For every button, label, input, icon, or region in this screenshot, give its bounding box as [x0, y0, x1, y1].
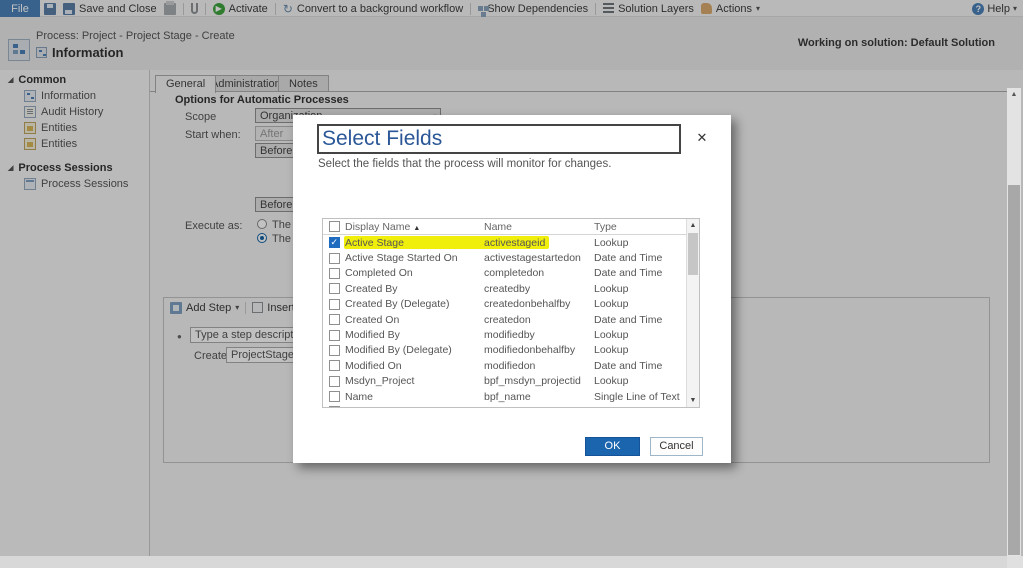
- table-row[interactable]: [323, 404, 686, 407]
- table-row[interactable]: Created On createdon Date and Time: [323, 312, 686, 327]
- field-checkbox[interactable]: [328, 360, 340, 372]
- cell-type: Lookup: [594, 375, 629, 388]
- table-row[interactable]: Modified On modifiedon Date and Time: [323, 358, 686, 373]
- cell-name: modifiedby: [484, 329, 535, 342]
- field-checkbox[interactable]: [328, 329, 340, 341]
- cell-type: Date and Time: [594, 267, 663, 280]
- cell-display-name: Created On: [345, 313, 400, 326]
- cell-display-name: Msdyn_Project: [345, 375, 415, 388]
- field-checkbox[interactable]: [328, 298, 340, 310]
- cell-type: Date and Time: [594, 359, 663, 372]
- cell-type: Date and Time: [594, 252, 663, 265]
- field-rows: Active Stage activestageid Lookup Active…: [323, 235, 686, 407]
- field-checkbox[interactable]: [328, 406, 340, 407]
- table-scrollbar[interactable]: ▲ ▼: [686, 219, 699, 407]
- dialog-description: Select the fields that the process will …: [318, 158, 612, 170]
- cell-name: createdby: [484, 282, 531, 295]
- scroll-up-icon[interactable]: ▲: [1007, 88, 1021, 101]
- close-icon[interactable]: ✕: [694, 130, 710, 146]
- sort-asc-icon: ▲: [413, 224, 421, 232]
- cell-name: createdon: [484, 313, 531, 326]
- cell-name: activestagestartedon: [484, 252, 581, 265]
- field-checkbox[interactable]: [328, 283, 340, 295]
- cell-name: bpf_name: [484, 390, 531, 403]
- field-checkbox[interactable]: [328, 314, 340, 326]
- crm-process-window: File Save and Close ▶ Activate ↻ Convert t…: [0, 0, 1023, 568]
- fields-table: Display Name▲ Name Type Active Stage act…: [322, 218, 700, 408]
- column-label: Display Name: [345, 220, 411, 233]
- cell-name: modifiedon: [484, 359, 536, 372]
- table-row[interactable]: Modified By (Delegate) modifiedonbehalfb…: [323, 343, 686, 358]
- cell-display-name: Modified By: [345, 329, 400, 342]
- main-vertical-scrollbar[interactable]: ▲: [1007, 88, 1021, 556]
- table-row[interactable]: Name bpf_name Single Line of Text: [323, 389, 686, 404]
- table-row[interactable]: Completed On completedon Date and Time: [323, 266, 686, 281]
- scrollbar-thumb[interactable]: [688, 233, 698, 275]
- table-row[interactable]: Modified By modifiedby Lookup: [323, 327, 686, 342]
- cell-type: Lookup: [594, 282, 629, 295]
- column-header-type[interactable]: Type: [594, 221, 699, 233]
- table-row[interactable]: Created By (Delegate) createdonbehalfby …: [323, 297, 686, 312]
- select-all-checkbox[interactable]: [328, 221, 340, 232]
- cell-type: Single Line of Text: [594, 390, 680, 403]
- cell-type: Lookup: [594, 329, 629, 342]
- cell-display-name: Completed On: [345, 267, 413, 280]
- table-row[interactable]: Msdyn_Project bpf_msdyn_projectid Lookup: [323, 374, 686, 389]
- cell-display-name: Modified On: [345, 359, 402, 372]
- table-row[interactable]: Created By createdby Lookup: [323, 281, 686, 296]
- cell-name: modifiedonbehalfby: [484, 344, 576, 357]
- cell-name: completedon: [484, 267, 545, 280]
- column-label: Name: [484, 220, 513, 233]
- field-checkbox[interactable]: [328, 237, 340, 249]
- table-row[interactable]: Active Stage Started On activestagestart…: [323, 250, 686, 265]
- field-checkbox[interactable]: [328, 391, 340, 403]
- table-row[interactable]: Active Stage activestageid Lookup: [323, 235, 686, 250]
- scroll-up-icon[interactable]: ▲: [687, 219, 699, 232]
- dialog-title: Select Fields: [317, 124, 681, 154]
- cell-display-name: Active Stage Started On: [345, 252, 458, 265]
- cell-type: Date and Time: [594, 313, 663, 326]
- field-checkbox[interactable]: [328, 344, 340, 356]
- field-checkbox[interactable]: [328, 252, 340, 264]
- cell-type: Lookup: [594, 298, 629, 311]
- cancel-button[interactable]: Cancel: [650, 437, 703, 456]
- cell-name: bpf_msdyn_projectid: [484, 375, 581, 388]
- cell-name: createdonbehalfby: [484, 298, 571, 311]
- column-label: Type: [594, 220, 617, 233]
- column-header-name[interactable]: Name: [484, 221, 594, 233]
- cell-type: Lookup: [594, 344, 629, 357]
- cell-type: Lookup: [594, 236, 629, 249]
- cell-name: activestageid: [484, 236, 546, 249]
- cell-display-name: Name: [345, 390, 374, 403]
- scrollbar-corner: [1007, 556, 1023, 568]
- scrollbar-thumb[interactable]: [1008, 185, 1020, 555]
- select-fields-dialog: Select Fields ✕ Select the fields that t…: [293, 115, 731, 463]
- main-horizontal-scrollbar[interactable]: [0, 556, 1007, 568]
- table-header: Display Name ▲ Name Type: [323, 219, 699, 235]
- cell-display-name: Active Stage: [345, 236, 404, 249]
- scroll-down-icon[interactable]: ▼: [687, 394, 699, 407]
- cell-display-name: Created By: [345, 282, 398, 295]
- field-checkbox[interactable]: [328, 267, 340, 279]
- field-checkbox[interactable]: [328, 375, 340, 387]
- cell-display-name: Modified By (Delegate): [345, 344, 452, 357]
- column-header-display-name[interactable]: Display Name ▲: [345, 221, 484, 233]
- cell-display-name: Created By (Delegate): [345, 298, 450, 311]
- ok-button[interactable]: OK: [585, 437, 640, 456]
